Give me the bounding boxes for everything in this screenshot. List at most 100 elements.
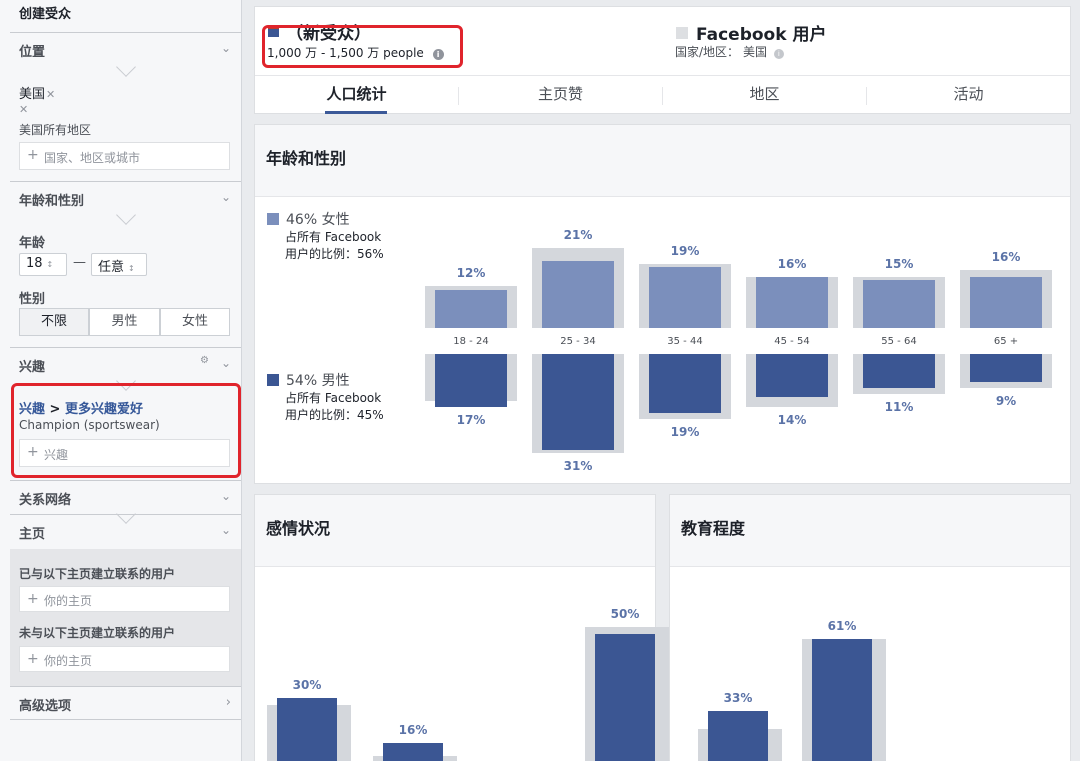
tab-page-likes[interactable]: 主页赞: [459, 83, 662, 115]
facebook-legend-swatch: [676, 27, 688, 39]
female-bar: [542, 260, 614, 328]
bar-data-label: 33%: [723, 690, 753, 705]
pages-label: 主页: [19, 527, 46, 542]
bar-data-label: 16%: [398, 723, 428, 738]
relationship-card: 感情状况 30%16%4%50%: [254, 494, 669, 761]
age-max-select[interactable]: 任意 ↕: [91, 253, 147, 276]
facebook-country-value: 美国: [743, 45, 768, 59]
female-bar: [649, 267, 721, 328]
age-max-value: 任意: [98, 260, 125, 275]
pages-section-header[interactable]: 主页 ⌄: [10, 514, 241, 548]
female-data-label: 16%: [991, 250, 1021, 265]
chevron-right-icon: ›: [225, 695, 231, 710]
male-comparison: 占所有 Facebook 用户的比例：45%: [285, 390, 384, 424]
not-connected-pages-placeholder: 你的主页: [44, 654, 93, 668]
audience-bar: [383, 743, 443, 761]
card-header: 教育程度: [670, 495, 1070, 567]
location-region: 美国所有地区: [19, 123, 92, 137]
male-legend: 54% 男性: [286, 373, 350, 389]
location-country: 美国: [19, 87, 46, 102]
relationship-card-title: 感情状况: [266, 519, 331, 538]
male-comparison-line2: 用户的比例：45%: [285, 408, 384, 422]
info-icon[interactable]: i: [773, 49, 784, 59]
audience-bar: [708, 710, 768, 761]
male-bar: [863, 354, 935, 389]
card-header: 年龄和性别: [255, 125, 1070, 197]
plus-icon: +: [27, 147, 39, 163]
tab-activity[interactable]: 活动: [867, 83, 1070, 115]
connected-pages-input[interactable]: + 你的主页: [19, 586, 230, 612]
age-gender-label: 年龄和性别: [19, 194, 85, 209]
gender-option-male[interactable]: 男性: [89, 308, 160, 336]
location-input[interactable]: + 国家、地区或城市: [19, 142, 230, 170]
age-label: 年龄: [19, 236, 46, 251]
female-legend: 46% 女性: [286, 212, 350, 228]
audience-header: （新受众） 1,000 万 - 1,500 万 people i Faceboo…: [254, 6, 1071, 114]
age-min-value: 18: [26, 256, 43, 271]
male-data-label: 11%: [884, 400, 914, 415]
audience-highlight-box: [262, 25, 463, 68]
sidebar-title: 创建受众: [19, 7, 72, 22]
interests-label: 兴趣: [19, 360, 46, 375]
connected-pages-placeholder: 你的主页: [44, 594, 93, 608]
education-card: 教育程度 33%61%6%: [669, 494, 1071, 761]
age-tick-label: 65 +: [993, 336, 1019, 347]
card-header: 感情状况: [255, 495, 655, 567]
gear-icon[interactable]: ⚙: [200, 355, 209, 366]
bar-data-label: 30%: [292, 678, 322, 693]
location-label: 位置: [19, 45, 46, 60]
age-axis-band: [435, 328, 1065, 354]
connected-pages-label: 已与以下主页建立联系的用户: [19, 567, 176, 581]
location-placeholder: 国家、地区或城市: [44, 151, 141, 165]
audience-bar: [277, 698, 337, 761]
male-data-label: 31%: [563, 459, 593, 474]
plus-icon: +: [27, 591, 39, 607]
plus-icon: +: [27, 651, 39, 667]
female-bar: [970, 276, 1042, 328]
male-data-label: 14%: [777, 412, 807, 427]
tab-location[interactable]: 地区: [663, 83, 866, 115]
chevron-down-icon: ⌄: [220, 489, 231, 503]
female-comparison-line1: 占所有 Facebook: [285, 230, 382, 244]
audience-bar: [812, 639, 872, 761]
gender-option-female[interactable]: 女性: [160, 308, 230, 336]
age-gender-card: 年龄和性别 46% 女性 占所有 Facebook 用户的比例：56% 54% …: [254, 124, 1071, 484]
male-bar: [649, 354, 721, 413]
female-comparison: 占所有 Facebook 用户的比例：56%: [285, 229, 384, 263]
network-label: 关系网络: [19, 493, 72, 508]
gender-option-all[interactable]: 不限: [19, 308, 89, 336]
age-gender-card-title: 年龄和性别: [266, 149, 347, 168]
age-min-select[interactable]: 18 ↕: [19, 253, 67, 276]
remove-region-icon[interactable]: ✕: [19, 103, 28, 116]
female-bar: [863, 280, 935, 328]
audience-bar: [595, 633, 655, 761]
not-connected-pages-input[interactable]: + 你的主页: [19, 646, 230, 672]
female-data-label: 19%: [670, 244, 700, 258]
updown-icon: ↕: [46, 260, 54, 269]
age-tick-label: 35 - 44: [667, 336, 703, 347]
not-connected-pages-label: 未与以下主页建立联系的用户: [19, 626, 176, 640]
female-bar: [756, 276, 828, 328]
age-range-separator: —: [73, 255, 86, 270]
male-comparison-line1: 占所有 Facebook: [285, 391, 382, 405]
male-bar: [542, 354, 614, 451]
sidebar-divider: [10, 719, 241, 720]
remove-icon[interactable]: ✕: [46, 88, 55, 101]
facebook-users-title: Facebook 用户: [696, 25, 827, 45]
male-bar: [435, 354, 507, 407]
age-tick-label: 45 - 54: [774, 336, 810, 347]
header-divider: [255, 75, 1070, 76]
chevron-down-icon: ⌄: [220, 190, 231, 204]
male-bar: [756, 354, 828, 398]
advanced-section-header[interactable]: 高级选项 ›: [10, 686, 241, 720]
bar-data-label: 61%: [827, 619, 857, 634]
male-legend-swatch: [267, 374, 279, 386]
updown-icon: ↕: [128, 264, 135, 273]
age-tick-label: 55 - 64: [881, 336, 917, 347]
advanced-label: 高级选项: [19, 699, 72, 714]
female-data-label: 12%: [456, 266, 486, 281]
male-bar: [970, 354, 1042, 382]
male-data-label: 9%: [995, 394, 1017, 409]
bar-data-label: 50%: [610, 607, 640, 622]
age-tick-label: 25 - 34: [560, 336, 596, 347]
